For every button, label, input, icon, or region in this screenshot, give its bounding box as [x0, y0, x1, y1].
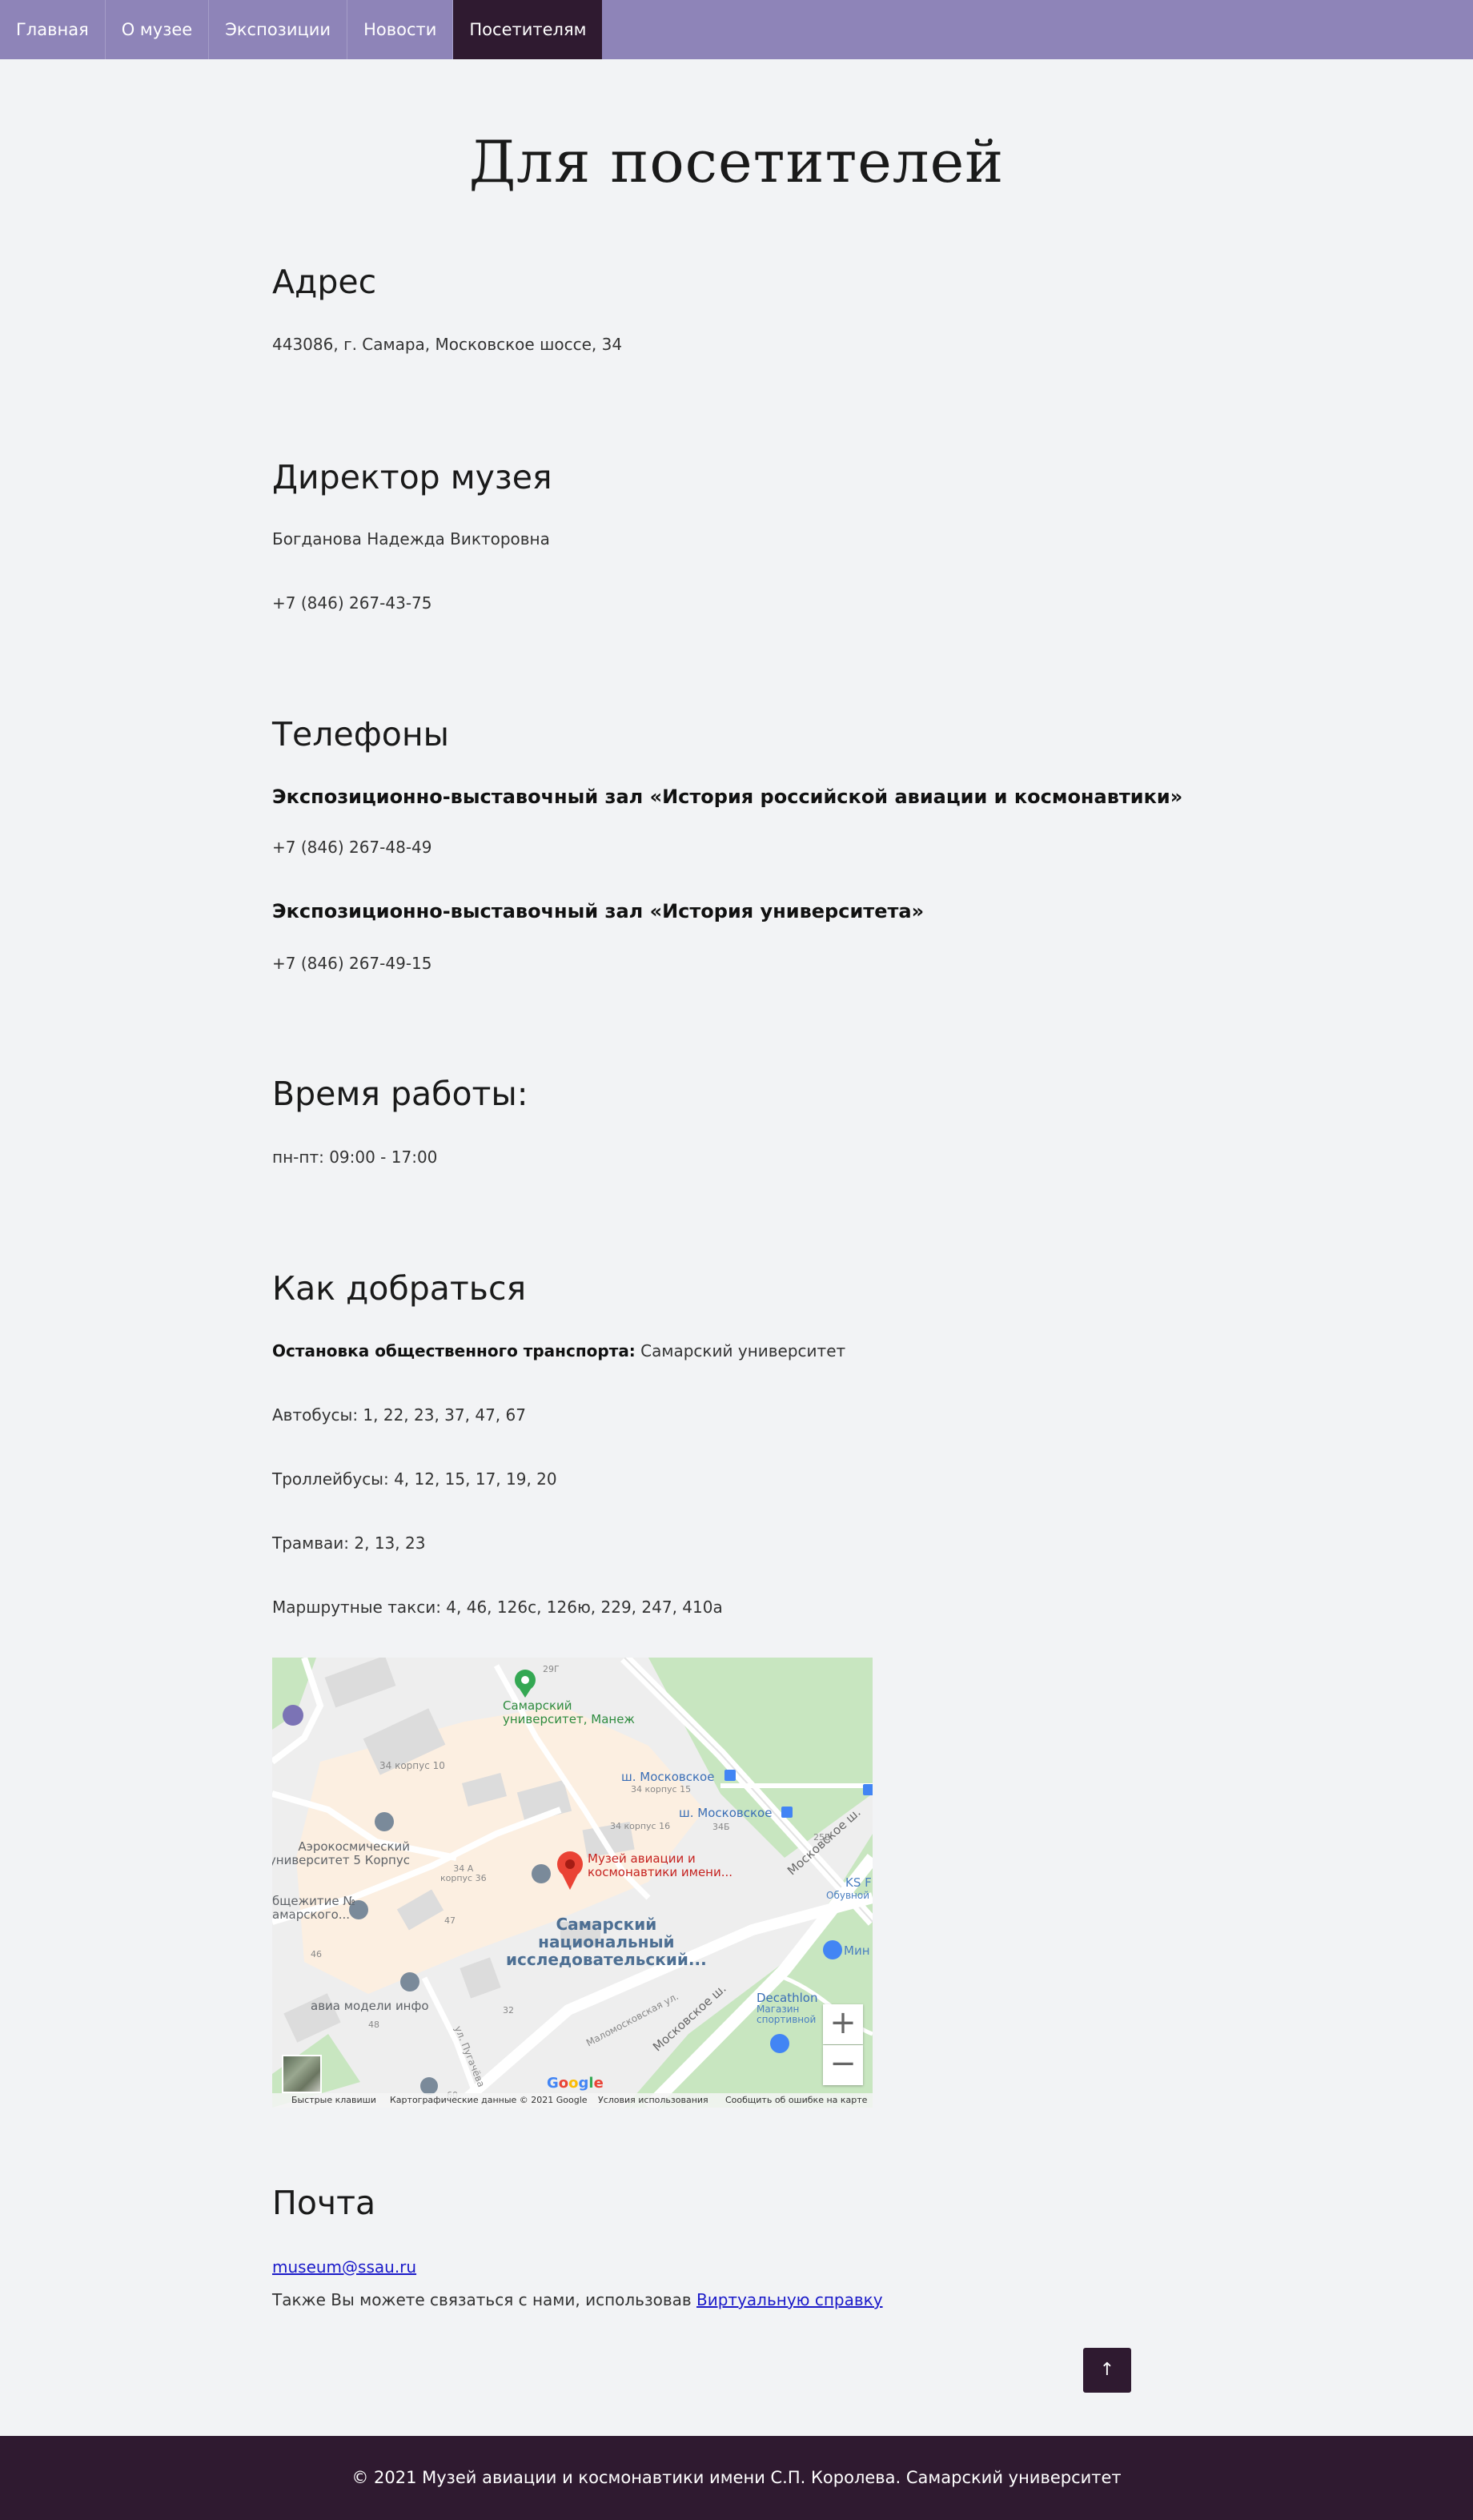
- virtual-help-line: Также Вы можете связаться с нами, исполь…: [272, 2290, 883, 2309]
- phones-heading: Телефоны: [272, 715, 450, 754]
- hall-title: Экспозиционно-выставочный зал «История у…: [272, 900, 925, 922]
- hall-phone: +7 (846) 267-49-15: [272, 954, 432, 973]
- trams-text: Трамваи: 2, 13, 23: [272, 1533, 426, 1553]
- map-label-ks: KS F: [845, 1875, 872, 1890]
- map-label-dorm: бщежитие № амарского...: [272, 1894, 355, 1922]
- buses-text: Автобусы: 1, 22, 23, 37, 47, 67: [272, 1405, 526, 1425]
- page-title: Для посетителей: [468, 128, 1005, 195]
- taxis-text: Маршрутные такси: 4, 46, 126с, 126ю, 229…: [272, 1598, 723, 1617]
- nav-item-home[interactable]: Главная: [0, 0, 106, 59]
- hall-phone: +7 (846) 267-48-49: [272, 838, 432, 857]
- hours-text: пн-пт: 09:00 - 17:00: [272, 1147, 438, 1167]
- address-text: 443086, г. Самара, Московское шоссе, 34: [272, 335, 623, 354]
- map-label-building: 48: [368, 2020, 379, 2030]
- map-label-building: 47: [444, 1915, 456, 1926]
- transport-stop-value: Самарский университет: [635, 1341, 846, 1360]
- map-footer: Быстрые клавиши Картографические данные …: [272, 2093, 873, 2108]
- map-label-decathlon-sub: Магазин спортивной: [757, 2004, 817, 2025]
- map-report-link[interactable]: Сообщить об ошибке на карте: [725, 2095, 867, 2105]
- zoom-in-button[interactable]: +: [823, 2004, 863, 2044]
- virtual-help-link[interactable]: Виртуальную справку: [696, 2290, 883, 2309]
- map-label-museum[interactable]: Музей авиации и космонавтики имени...: [588, 1852, 732, 1879]
- also-text: Также Вы можете связаться с нами, исполь…: [272, 2290, 697, 2309]
- main-nav: Главная О музее Экспозиции Новости Посет…: [0, 0, 1473, 59]
- hall-title: Экспозиционно-выставочный зал «История р…: [272, 786, 1183, 808]
- page-footer: © 2021 Музей авиации и космонавтики имен…: [0, 2436, 1473, 2520]
- back-to-top-button[interactable]: ↑: [1083, 2348, 1131, 2393]
- map-label-building: 34 А корпус 36: [440, 1863, 487, 1883]
- nav-item-about[interactable]: О музее: [106, 0, 210, 59]
- mail-heading: Почта: [272, 2184, 376, 2222]
- hours-heading: Время работы:: [272, 1075, 528, 1113]
- map-label-manezh: Самарский университет, Манеж: [503, 1698, 635, 1726]
- map-data-credit: Картографические данные © 2021 Google: [390, 2095, 588, 2105]
- zoom-out-button[interactable]: −: [823, 2045, 863, 2085]
- map-label-moskovskoe-stop: ш. Московское: [679, 1806, 773, 1820]
- map-label-building: 34Б: [712, 1822, 730, 1832]
- map-label-building: 32: [503, 2005, 514, 2016]
- map-terms-link[interactable]: Условия использования: [598, 2095, 708, 2105]
- nav-item-visitors[interactable]: Посетителям: [453, 0, 603, 59]
- map-label-building: 34 корпус 15: [631, 1784, 692, 1795]
- map-label-building: 34 корпус 16: [610, 1821, 671, 1831]
- map-label-aerospace: Аэрокосмический университет 5 Корпус: [272, 1839, 410, 1867]
- map-label-shoes: Обувной: [826, 1890, 870, 1901]
- director-phone: +7 (846) 267-43-75: [272, 593, 432, 613]
- map-label-building: 25Б: [813, 1832, 831, 1843]
- map-label-avia: авиа модели инфо: [311, 1999, 429, 2013]
- address-heading: Адрес: [272, 263, 377, 301]
- google-logo: Google: [547, 2075, 604, 2092]
- satellite-toggle[interactable]: [282, 2055, 322, 2093]
- nav-item-expositions[interactable]: Экспозиции: [209, 0, 348, 59]
- map-label-building: 34 корпус 10: [379, 1760, 445, 1771]
- map-label-moskovskoe-stop: ш. Московское: [621, 1770, 715, 1784]
- map-label-min: Мин: [844, 1943, 870, 1958]
- footer-copyright: © 2021 Музей авиации и космонавтики имен…: [351, 2468, 1122, 2487]
- google-map[interactable]: Самарский университет, Манеж Музей авиац…: [272, 1658, 873, 2108]
- trolleys-text: Троллейбусы: 4, 12, 15, 17, 19, 20: [272, 1469, 557, 1489]
- transport-stop-label: Остановка общественного транспорта:: [272, 1341, 636, 1360]
- directions-heading: Как добраться: [272, 1269, 527, 1308]
- director-name: Богданова Надежда Викторовна: [272, 529, 550, 549]
- map-label-building: 29Г: [543, 1664, 560, 1674]
- map-shortcuts-link[interactable]: Быстрые клавиши: [291, 2095, 376, 2105]
- map-label-building: 46: [311, 1949, 322, 1959]
- nav-item-news[interactable]: Новости: [347, 0, 454, 59]
- director-heading: Директор музея: [272, 458, 552, 496]
- email-line: museum@ssau.ru: [272, 2257, 416, 2277]
- email-link[interactable]: museum@ssau.ru: [272, 2257, 416, 2277]
- map-label-university: Самарский национальный исследовательский…: [506, 1915, 707, 1969]
- transport-stop: Остановка общественного транспорта: Сама…: [272, 1341, 845, 1360]
